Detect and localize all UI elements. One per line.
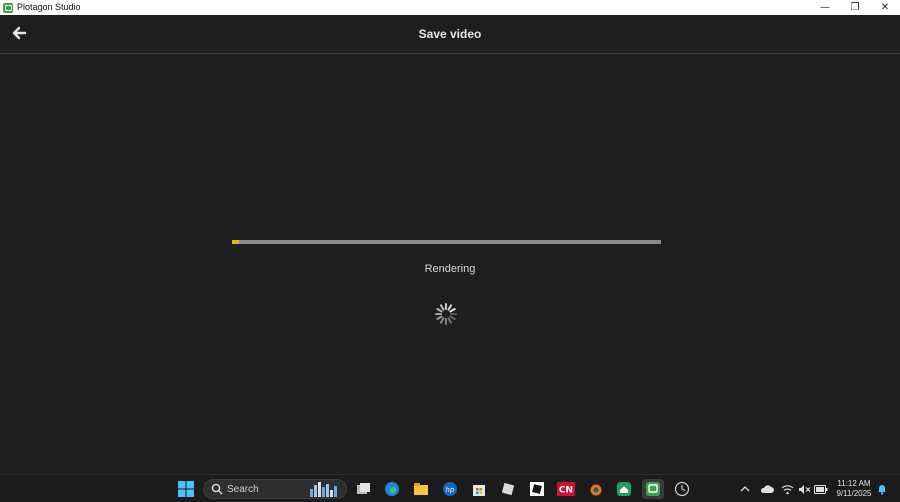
search-highlight-icon [310,482,337,497]
roblox-studio-icon [530,482,544,496]
store-icon [473,485,485,496]
home-app-icon [617,482,631,496]
hp-icon: hp [443,482,457,496]
roblox-button[interactable] [499,479,517,499]
spinner-tick [449,315,456,320]
plotagon-app-icon [3,2,13,13]
onedrive-icon [760,485,774,493]
spinner-tick [447,317,452,324]
spinner-tick [440,304,445,311]
spinner-tick [436,308,443,313]
roblox-icon [501,482,515,496]
blender-icon [590,484,602,496]
home-app-button[interactable] [615,479,633,499]
onedrive-button[interactable] [759,479,775,499]
minimize-button[interactable]: — [810,0,840,15]
window-titlebar: Plotagon Studio — ❐ ✕ [0,0,900,15]
tray-overflow-button[interactable] [739,479,751,499]
wifi-icon [781,484,793,494]
search-label: Search [227,483,259,495]
render-panel: Rendering [0,55,900,474]
cn-button[interactable]: CN [557,479,575,499]
hp-button[interactable]: hp [441,479,459,499]
search-icon [211,483,223,495]
plotagon-taskbar-button[interactable] [642,479,664,499]
svg-text:CN: CN [559,486,573,496]
spinner-tick [436,315,443,320]
cn-icon: CN [557,482,575,496]
file-explorer-button[interactable] [412,479,430,499]
restore-button[interactable]: ❐ [840,0,870,15]
plotagon-icon [646,482,660,496]
battery-button[interactable] [814,479,828,499]
taskbar-search[interactable]: Search [203,479,347,499]
svg-text:hp: hp [446,486,455,494]
spinner-tick [447,304,452,311]
clock-app-button[interactable] [673,479,691,499]
notifications-button[interactable] [876,479,888,499]
clock-date: 9/11/2025 [836,489,872,498]
battery-icon [814,484,828,494]
volume-button[interactable] [797,479,811,499]
clock-time: 11:12 AM [837,479,871,488]
start-button[interactable] [177,479,195,499]
chevron-up-icon [740,486,750,492]
taskbar: Search hp CN 11:12 AM 9/11/2025 [0,474,900,502]
close-button[interactable]: ✕ [870,0,900,15]
spinner-tick [449,308,456,313]
task-view-button[interactable] [355,479,373,499]
windows-logo-icon [178,481,194,497]
page-header: Save video [0,15,900,54]
clock-app-icon [674,481,690,497]
render-progress-bar [232,240,661,244]
edge-icon [385,482,399,496]
clock-display[interactable]: 11:12 AM 9/11/2025 [832,479,876,499]
wifi-button[interactable] [780,479,794,499]
roblox-studio-button[interactable] [528,479,546,499]
file-explorer-icon [414,483,428,495]
blender-button[interactable] [586,479,604,499]
volume-muted-icon [798,484,810,494]
page-title: Save video [418,27,482,41]
edge-button[interactable] [383,479,401,499]
render-progress-fill [232,240,239,244]
store-button[interactable] [470,479,488,499]
loading-spinner-icon [435,303,457,325]
render-status-text: Rendering [424,263,476,275]
task-view-icon [357,483,370,494]
notification-bell-icon [878,485,886,495]
window-controls: — ❐ ✕ [810,0,900,15]
window-title: Plotagon Studio [17,2,81,12]
spinner-tick [440,317,445,324]
